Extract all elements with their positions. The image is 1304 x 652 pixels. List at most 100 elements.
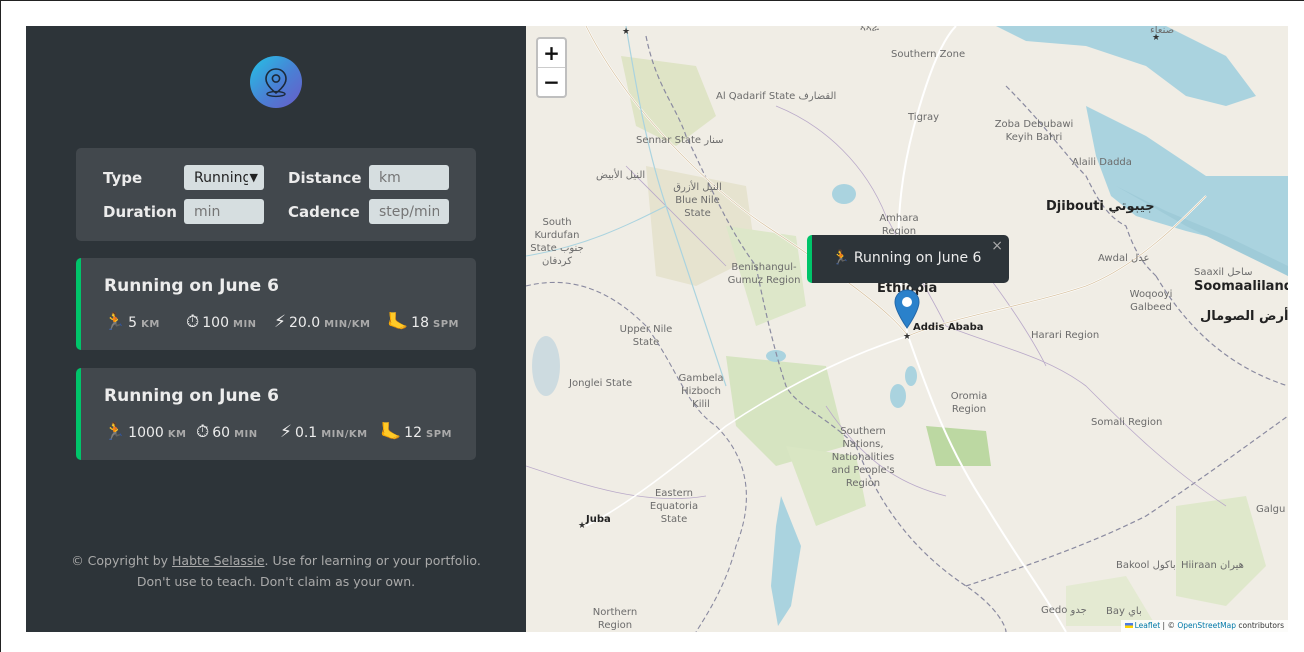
- type-select[interactable]: Running ▼: [184, 165, 264, 190]
- map-label-sennar: Sennar State سنار: [636, 135, 724, 146]
- workout-duration: ⏱ 60 MIN: [196, 422, 258, 442]
- stopwatch-icon: ⏱: [186, 312, 200, 332]
- duration-unit: MIN: [234, 429, 258, 440]
- lightning-icon: ⚡: [280, 422, 292, 442]
- distance-label: Distance: [288, 169, 362, 187]
- map-label-bakool: Bakool باكول: [1116, 560, 1176, 571]
- duration-value: 60: [212, 425, 231, 441]
- map-label-mekele: ኣኣራ: [860, 26, 879, 34]
- osm-link[interactable]: OpenStreetMap: [1177, 621, 1236, 630]
- svg-text:★: ★: [903, 332, 911, 342]
- map-label-benishangul: Benishangul-Gumuz Region: [727, 262, 801, 286]
- chevron-down-icon: ▼: [249, 171, 258, 184]
- runner-icon: 🏃: [104, 422, 126, 442]
- window-frame-top: [0, 0, 1304, 1]
- distance-value: 5: [128, 315, 138, 331]
- cadence-unit: SPM: [426, 429, 452, 440]
- leaflet-link[interactable]: Leaflet: [1135, 621, 1161, 630]
- map-label-eastern-equatoria: Eastern Equatoria State: [649, 488, 699, 525]
- svg-text:★: ★: [622, 27, 630, 37]
- attribution-separator: | ©: [1160, 621, 1178, 630]
- map-label-addis-ababa: Addis Ababa: [913, 322, 984, 333]
- workout-title: Running on June 6: [104, 276, 279, 296]
- map-label-jonglei: Jonglei State: [569, 378, 633, 389]
- lightning-icon: ⚡: [274, 312, 286, 332]
- map-label-afar-north: Southern Zone: [891, 49, 966, 60]
- map-label-galgu: Galgu: [1256, 504, 1286, 515]
- distance-unit: KM: [141, 319, 160, 330]
- distance-value: 1000: [128, 425, 164, 441]
- map-label-northern: Northern Region: [592, 607, 638, 631]
- workout-cadence: 🦶 12 SPM: [380, 422, 452, 442]
- cadence-value: 18: [411, 315, 429, 331]
- workout-pace: ⚡ 0.1 MIN/KM: [280, 422, 368, 442]
- map-attribution: Leaflet | © OpenStreetMap contributors: [1120, 620, 1288, 632]
- map-label-somali-region: Somali Region: [1091, 417, 1163, 428]
- workout-popup[interactable]: 🏃 Running on June 6 ×: [807, 235, 1009, 291]
- pace-value: 20.0: [288, 315, 321, 331]
- duration-unit: MIN: [233, 319, 257, 330]
- map-label-harari: Harari Region: [1031, 330, 1100, 341]
- zoom-out-button[interactable]: −: [538, 68, 565, 96]
- map-label-gambela: Gambela Hizboch Kilil: [678, 373, 724, 410]
- cadence-input[interactable]: [369, 199, 449, 224]
- stopwatch-icon: ⏱: [196, 422, 210, 442]
- duration-input[interactable]: [184, 199, 264, 224]
- map-label-snnpr: Southern Nations, Nationalities and Peop…: [831, 426, 895, 489]
- workout-item[interactable]: Running on June 6 🏃 1000 KM ⏱ 60 MIN ⚡ 0…: [76, 368, 476, 460]
- duration-value: 100: [202, 315, 229, 331]
- map-label-ard-somal: أرض الصومال: [1200, 309, 1288, 324]
- map-label-al-qadarif: Al Qadarif State القضارف: [716, 91, 837, 102]
- map-label-blue-nile: النيل الأزرق Blue Nile State: [673, 182, 722, 219]
- cadence-label: Cadence: [288, 203, 360, 221]
- copyright-prefix: © Copyright by: [71, 553, 173, 568]
- copyright-suffix: . Use for learning or your portfolio.: [264, 553, 481, 568]
- workout-details: 🏃 1000 KM ⏱ 60 MIN ⚡ 0.1 MIN/KM 🦶 12 SPM: [104, 422, 474, 444]
- workout-distance: 🏃 1000 KM: [104, 422, 187, 442]
- map-marker-icon[interactable]: [894, 289, 920, 329]
- svg-text:★: ★: [578, 521, 586, 531]
- type-select-value: Running: [194, 169, 248, 186]
- workout-cadence: 🦶 18 SPM: [387, 312, 459, 332]
- distance-unit: KM: [167, 429, 187, 440]
- workout-distance: 🏃 5 KM: [104, 312, 160, 332]
- attribution-tail: contributors: [1236, 621, 1284, 630]
- map-label-zoba: Zoba Debubawi Keyih Bahri: [994, 119, 1074, 143]
- map-label-white-nile: النيل الأبيض: [596, 170, 646, 181]
- zoom-in-button[interactable]: +: [538, 39, 565, 68]
- map-label-tigray: Tigray: [908, 112, 940, 123]
- workout-duration: ⏱ 100 MIN: [186, 312, 257, 332]
- leaflet-flag-icon: [1124, 623, 1133, 628]
- workout-item[interactable]: Running on June 6 🏃 5 KM ⏱ 100 MIN ⚡ 20.…: [76, 258, 476, 350]
- pace-unit: MIN/KM: [324, 319, 371, 330]
- map-label-bay: Bay باي: [1106, 606, 1142, 617]
- map-label-oromia: Oromia Region: [950, 391, 988, 415]
- pace-unit: MIN/KM: [321, 429, 368, 440]
- map-label-awdal: Awdal عدل: [1098, 253, 1150, 264]
- workout-form: Type Running ▼ Distance Duration Cadence: [76, 148, 476, 241]
- map-label-saaxil: Saaxil ساحل: [1194, 267, 1253, 278]
- type-label: Type: [103, 169, 143, 187]
- popup-text: 🏃 Running on June 6: [832, 250, 982, 266]
- map-label-gedo: Gedo جدو: [1041, 605, 1087, 616]
- distance-input[interactable]: [369, 165, 449, 190]
- logo-map-pin-icon: [250, 56, 302, 108]
- window-frame-left: [0, 0, 1, 652]
- cadence-value: 12: [404, 425, 422, 441]
- close-icon[interactable]: ×: [991, 238, 1003, 254]
- copyright-line2: Don't use to teach. Don't claim as your …: [136, 574, 416, 589]
- pace-value: 0.1: [294, 425, 318, 441]
- zoom-control: + −: [536, 37, 567, 98]
- map-label-soomaaliland: Soomaaliland: [1194, 279, 1288, 294]
- foot-icon: 🦶: [380, 422, 402, 442]
- cadence-unit: SPM: [433, 319, 459, 330]
- map-label-south-kordofan: South Kurdufan State جنوب كردفان: [530, 217, 584, 267]
- map-label-sanaa: صنعاء: [1150, 26, 1175, 36]
- sidebar: Type Running ▼ Distance Duration Cadence…: [26, 26, 526, 632]
- author-link[interactable]: Habte Selassie: [172, 553, 265, 568]
- map-label-djibouti: Djibouti جيبوتي: [1046, 199, 1155, 214]
- map-label-alaili: Alaili Dadda: [1072, 157, 1132, 168]
- map[interactable]: ★ ★ ★ ★ ኣኣራ Southern Zone Tigray Al Qada…: [526, 26, 1288, 632]
- runner-icon: 🏃: [104, 312, 126, 332]
- workout-details: 🏃 5 KM ⏱ 100 MIN ⚡ 20.0 MIN/KM 🦶 18 SPM: [104, 312, 474, 334]
